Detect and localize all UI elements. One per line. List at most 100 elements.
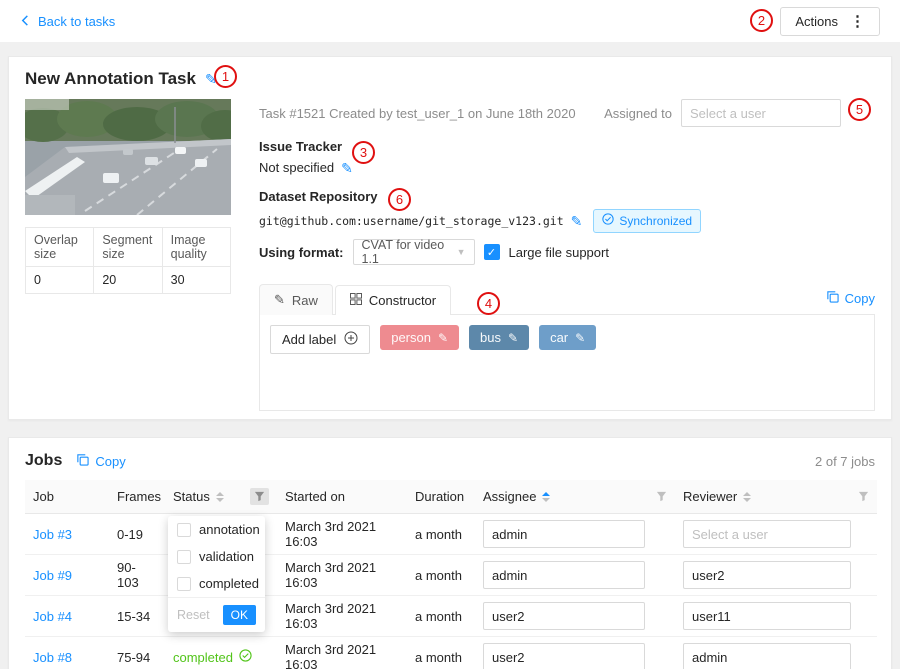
copy-jobs-button[interactable]: Copy	[76, 453, 125, 469]
label-tag-car[interactable]: car ✎	[539, 325, 596, 350]
filter-option-completed[interactable]: completed	[168, 570, 265, 597]
edit-label-icon[interactable]: ✎	[438, 332, 448, 344]
label-tag-person[interactable]: person ✎	[380, 325, 459, 350]
reviewer-input[interactable]	[683, 561, 851, 589]
using-format-label: Using format:	[259, 245, 344, 260]
dataset-repository-url: git@github.com:username/git_storage_v123…	[259, 212, 564, 230]
grid-icon	[350, 293, 362, 308]
completed-checkbox[interactable]	[177, 577, 191, 591]
copy-labels-button[interactable]: Copy	[826, 290, 875, 306]
jobs-title: Jobs	[25, 452, 62, 470]
tab-constructor[interactable]: Constructor	[335, 285, 451, 315]
labels-tabs: ✎ Raw Constructor Copy	[259, 279, 875, 315]
copy-icon	[76, 453, 89, 469]
status-sort-button[interactable]	[216, 492, 224, 502]
annotation-checkbox[interactable]	[177, 523, 191, 537]
job-started: March 3rd 2021 16:03	[277, 596, 407, 637]
filter-reset-button[interactable]: Reset	[177, 608, 210, 622]
doc-annotation-4: 4	[477, 292, 500, 315]
column-reviewer-label: Reviewer	[683, 489, 737, 504]
assignee-input[interactable]	[483, 643, 645, 669]
add-label-button[interactable]: Add label	[270, 325, 370, 354]
param-value-quality: 30	[162, 267, 230, 294]
param-header-quality: Image quality	[162, 228, 230, 267]
check-circle-icon	[239, 649, 252, 665]
job-started: March 3rd 2021 16:03	[277, 514, 407, 555]
column-frames: Frames	[109, 480, 165, 514]
assignee-input[interactable]	[483, 561, 645, 589]
actions-button[interactable]: Actions ⋮	[780, 7, 880, 36]
doc-annotation-1: 1	[214, 65, 237, 88]
job-duration: a month	[407, 514, 475, 555]
edit-issue-tracker-icon[interactable]: ✎	[341, 161, 353, 175]
job-started: March 3rd 2021 16:03	[277, 637, 407, 669]
large-file-checkbox[interactable]: ✓	[484, 244, 500, 260]
format-select[interactable]: CVAT for video 1.1 ▼	[353, 239, 475, 265]
job-row: Job #4 15-34 March 3rd 2021 16:03 a mont…	[25, 596, 877, 637]
job-duration: a month	[407, 596, 475, 637]
assigned-to-input[interactable]	[681, 99, 841, 127]
label-tag-person-name: person	[391, 330, 431, 345]
copy-labels-label: Copy	[845, 291, 875, 306]
label-tag-car-name: car	[550, 330, 568, 345]
filter-option-validation[interactable]: validation	[168, 543, 265, 570]
dataset-repository-label: Dataset Repository	[259, 189, 875, 205]
tab-raw[interactable]: ✎ Raw	[259, 284, 333, 315]
job-row: Job #3 0-19 March 3rd 2021 16:03 a month	[25, 514, 877, 555]
reviewer-input[interactable]	[683, 643, 851, 669]
param-header-overlap: Overlap size	[26, 228, 94, 267]
job-frames: 90-103	[109, 555, 165, 596]
job-link[interactable]: Job #3	[33, 527, 72, 542]
task-details-card: New Annotation Task ✎	[8, 56, 892, 420]
job-frames: 15-34	[109, 596, 165, 637]
jobs-table: Job Frames Status Started on Duration	[25, 480, 877, 669]
job-frames: 0-19	[109, 514, 165, 555]
job-link[interactable]: Job #9	[33, 568, 72, 583]
filter-option-label: completed	[199, 576, 259, 591]
job-link[interactable]: Job #4	[33, 609, 72, 624]
pencil-icon: ✎	[274, 292, 285, 308]
task-left-column: Overlap size Segment size Image quality …	[25, 99, 231, 411]
label-tag-bus[interactable]: bus ✎	[469, 325, 529, 350]
assignee-sort-button[interactable]	[542, 492, 550, 502]
back-to-tasks-label: Back to tasks	[38, 14, 115, 29]
validation-checkbox[interactable]	[177, 550, 191, 564]
task-title: New Annotation Task	[25, 69, 196, 89]
assignee-input[interactable]	[483, 602, 645, 630]
doc-annotation-5: 5	[848, 98, 871, 121]
actions-label: Actions	[795, 14, 838, 29]
edit-repository-icon[interactable]: ✎	[571, 214, 583, 228]
column-assignee-label: Assignee	[483, 489, 536, 504]
cvat-task-page: Back to tasks Actions ⋮ New Annotation T…	[0, 0, 900, 669]
task-params-table: Overlap size Segment size Image quality …	[25, 227, 231, 294]
back-to-tasks-link[interactable]: Back to tasks	[20, 14, 115, 29]
synchronized-badge: Synchronized	[593, 209, 701, 233]
param-header-segment: Segment size	[94, 228, 162, 267]
tab-raw-label: Raw	[292, 293, 318, 308]
labels-constructor-panel: Add label person ✎ bus ✎ car	[259, 315, 875, 411]
assignee-input[interactable]	[483, 520, 645, 548]
column-reviewer: Reviewer	[675, 480, 877, 514]
reviewer-input[interactable]	[683, 602, 851, 630]
status-filter-icon[interactable]	[250, 488, 269, 505]
filter-ok-button[interactable]: OK	[223, 605, 256, 625]
job-row: Job #8 75-94 completed March 3rd 2021 16…	[25, 637, 877, 669]
reviewer-sort-button[interactable]	[743, 492, 751, 502]
large-file-label: Large file support	[509, 245, 609, 260]
assignee-filter-icon[interactable]	[656, 491, 667, 502]
job-row: Job #9 90-103 March 3rd 2021 16:03 a mon…	[25, 555, 877, 596]
edit-label-icon[interactable]: ✎	[575, 332, 585, 344]
format-row: Using format: CVAT for video 1.1 ▼ ✓ Lar…	[259, 239, 875, 265]
issue-tracker-value: Not specified	[259, 159, 334, 177]
reviewer-input[interactable]	[683, 520, 851, 548]
job-link[interactable]: Job #8	[33, 650, 72, 665]
chevron-down-icon: ▼	[457, 247, 466, 257]
jobs-card: Jobs Copy 2 of 7 jobs Job Frames	[8, 437, 892, 669]
assigned-to-group: Assigned to	[604, 99, 841, 127]
dataset-repository-block: Dataset Repository git@github.com:userna…	[259, 189, 875, 227]
copy-icon	[826, 290, 839, 306]
column-job: Job	[25, 480, 109, 514]
filter-option-annotation[interactable]: annotation	[168, 516, 265, 543]
edit-label-icon[interactable]: ✎	[508, 332, 518, 344]
reviewer-filter-icon[interactable]	[858, 491, 869, 502]
